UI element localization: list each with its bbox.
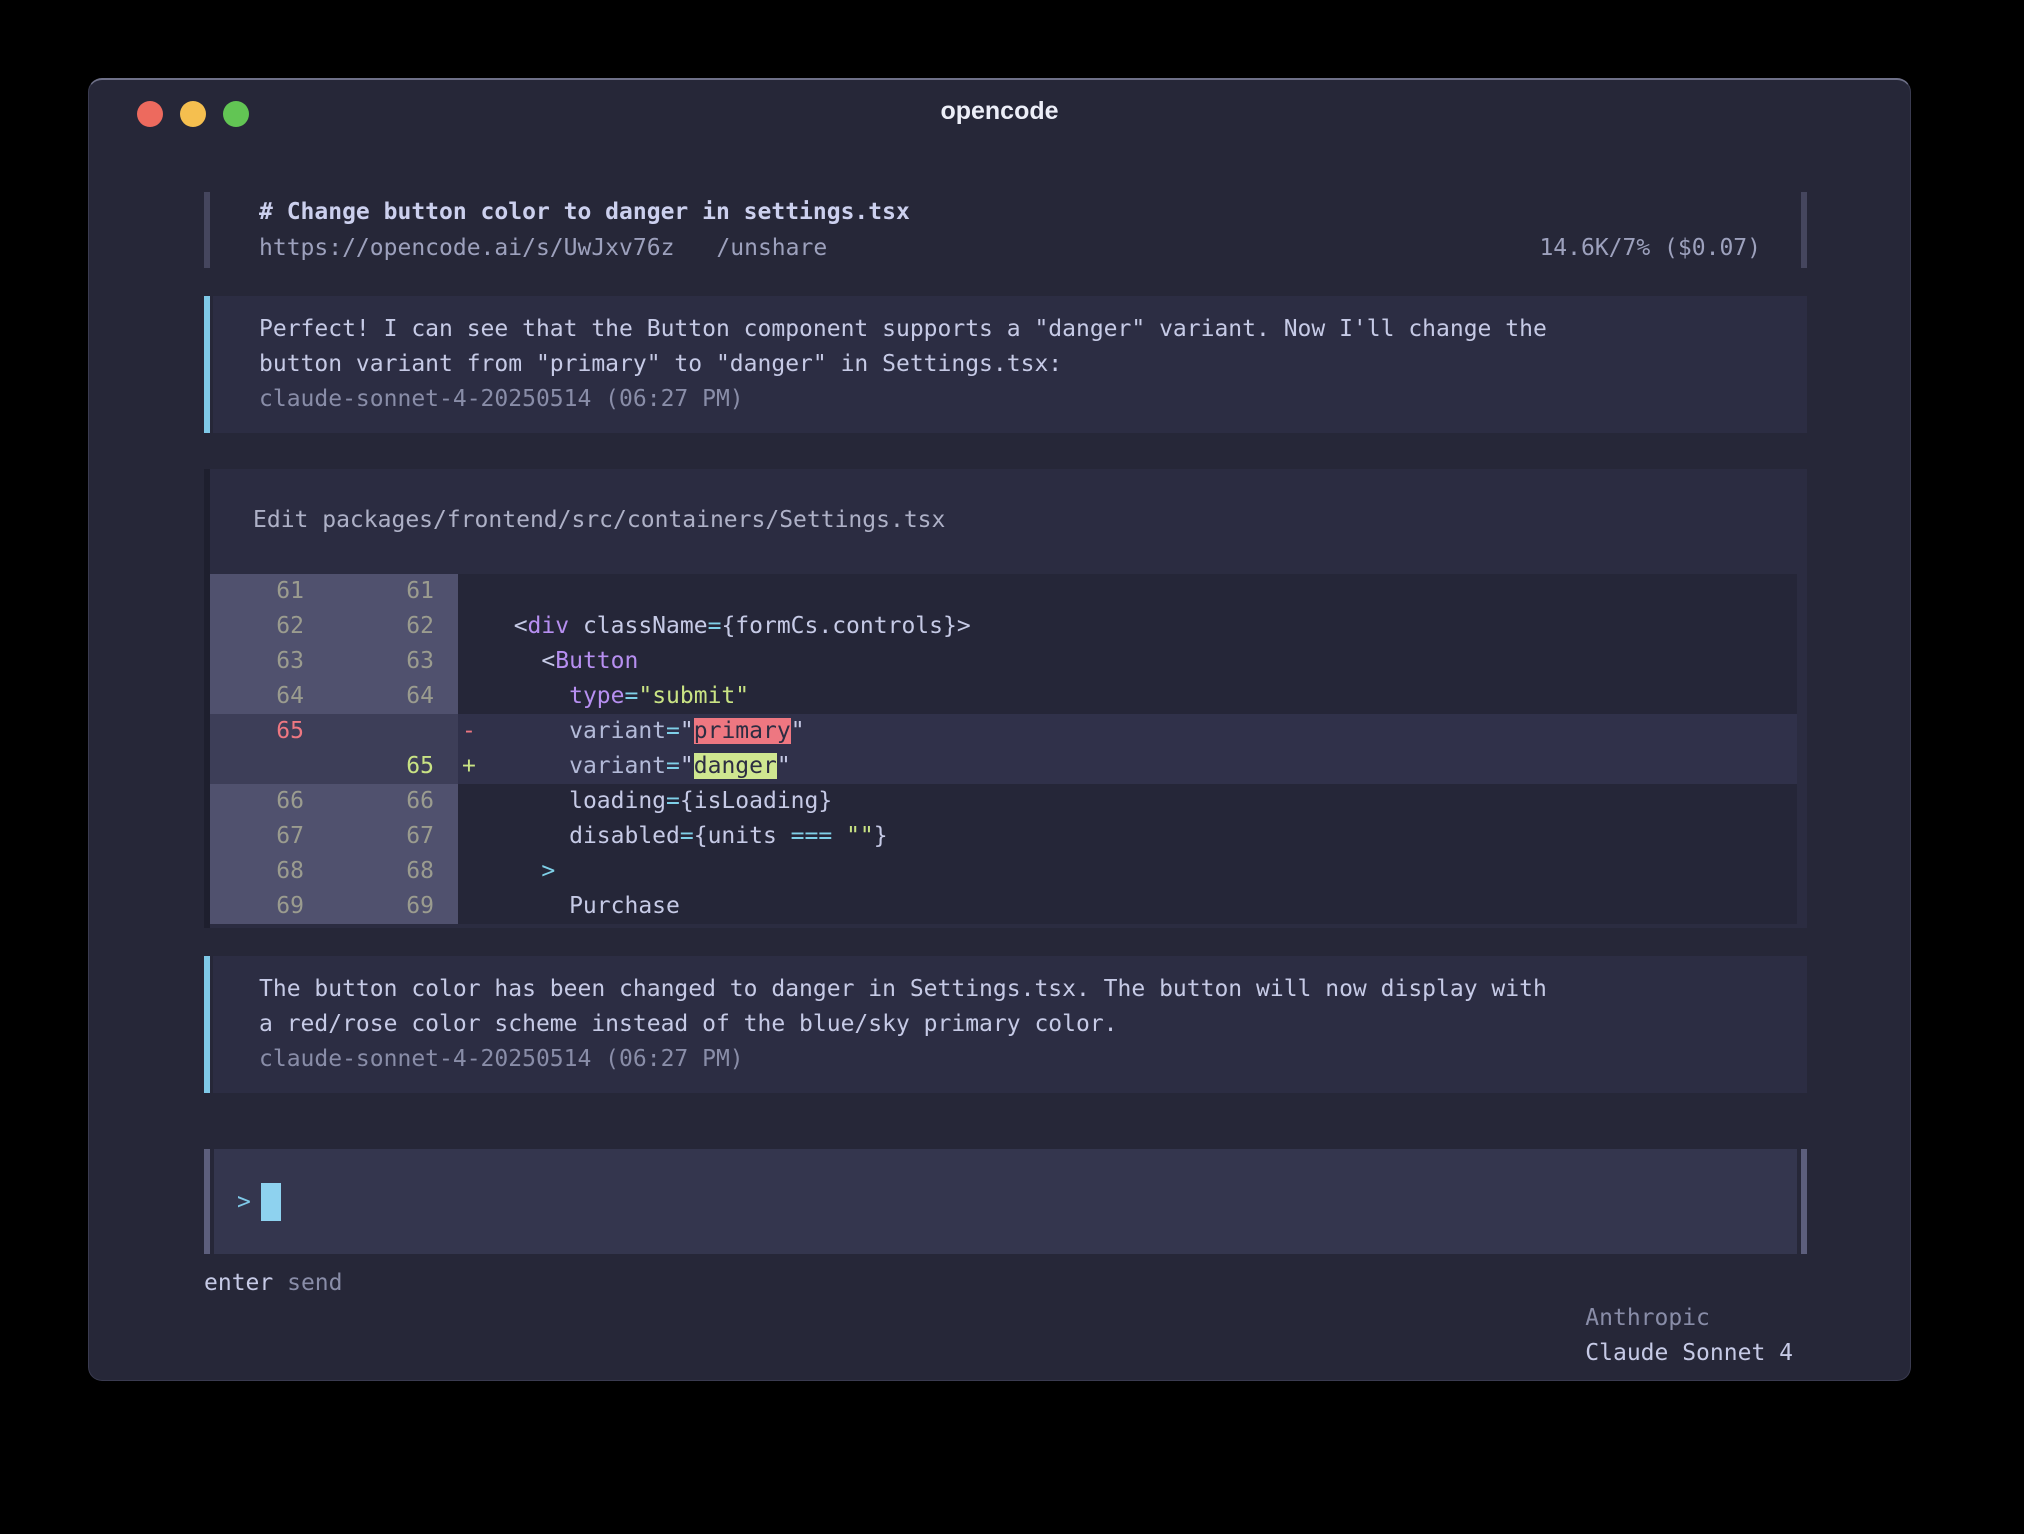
unshare-command[interactable]: /unshare: [716, 230, 827, 266]
message-text: button variant from "primary" to "danger…: [259, 347, 1807, 382]
message-text: The button color has been changed to dan…: [259, 972, 1807, 1007]
diff-row: 6969 Purchase: [210, 889, 1797, 924]
model-provider: Anthropic: [1585, 1305, 1723, 1331]
model-name: Claude Sonnet 4: [1585, 1340, 1793, 1366]
minimize-window-button[interactable]: [180, 101, 206, 127]
new-line-number: 69: [330, 889, 458, 924]
code-line: [486, 574, 1797, 609]
edit-file-path: Edit packages/frontend/src/containers/Se…: [210, 503, 1797, 538]
new-line-number: 66: [330, 784, 458, 819]
diff-sign: [458, 889, 486, 924]
assistant-message: The button color has been changed to dan…: [204, 956, 1807, 1093]
old-line-number: 68: [210, 854, 330, 889]
text-cursor: [261, 1183, 281, 1221]
code-line: loading={isLoading}: [486, 784, 1797, 819]
diff-sign: [458, 784, 486, 819]
old-line-number: 66: [210, 784, 330, 819]
diff-sign: [458, 644, 486, 679]
code-line: disabled={units === ""}: [486, 819, 1797, 854]
message-text: Perfect! I can see that the Button compo…: [259, 312, 1807, 347]
code-line: variant="primary": [486, 714, 1797, 749]
diff-sign: [458, 574, 486, 609]
diff-row: 6262 <div className={formCs.controls}>: [210, 609, 1797, 644]
code-line: variant="danger": [486, 749, 1797, 784]
send-action-hint: [273, 1266, 287, 1381]
diff-sign: [458, 854, 486, 889]
code-line: Purchase: [486, 889, 1797, 924]
share-url-link[interactable]: https://opencode.ai/s/UwJxv76z: [259, 230, 674, 266]
new-line-number: 61: [330, 574, 458, 609]
old-line-number: 63: [210, 644, 330, 679]
code-line: <div className={formCs.controls}>: [486, 609, 1797, 644]
prompt-input-row: >: [204, 1149, 1807, 1254]
old-line-number: 65: [210, 714, 330, 749]
code-line: >: [486, 854, 1797, 889]
enter-key-hint: enter: [204, 1266, 273, 1381]
new-line-number: [330, 714, 458, 749]
diff-sign: [458, 819, 486, 854]
zoom-window-button[interactable]: [223, 101, 249, 127]
assistant-message: Perfect! I can see that the Button compo…: [204, 296, 1807, 433]
window-title: opencode: [940, 97, 1058, 126]
diff-sign: [458, 609, 486, 644]
share-right-border: [1801, 192, 1807, 268]
prompt-chevron: >: [237, 1189, 251, 1215]
old-line-number: 62: [210, 609, 330, 644]
session-title: # Change button color to danger in setti…: [259, 194, 1801, 230]
token-usage-cost: 14.6K/7% ($0.07): [1539, 230, 1761, 266]
close-window-button[interactable]: [137, 101, 163, 127]
diff-row: 6464 type="submit": [210, 679, 1797, 714]
input-left-border: [204, 1149, 210, 1254]
share-header: # Change button color to danger in setti…: [204, 192, 1807, 268]
old-line-number: 67: [210, 819, 330, 854]
input-right-border: [1801, 1149, 1807, 1254]
message-accent-bar: [204, 956, 210, 1093]
diff-sign: -: [458, 714, 486, 749]
diff-sign: [458, 679, 486, 714]
old-line-number: 61: [210, 574, 330, 609]
message-text: a red/rose color scheme instead of the b…: [259, 1007, 1807, 1042]
diff-row: 6666 loading={isLoading}: [210, 784, 1797, 819]
send-action-hint: send: [287, 1266, 342, 1381]
new-line-number: 63: [330, 644, 458, 679]
diff-row: 6868 >: [210, 854, 1797, 889]
diff-row: 65+ variant="danger": [210, 749, 1797, 784]
diff-row: 65 - variant="primary": [210, 714, 1797, 749]
old-line-number: 64: [210, 679, 330, 714]
old-line-number: [210, 749, 330, 784]
diff-row: 6161: [210, 574, 1797, 609]
message-accent-bar: [204, 296, 210, 433]
new-line-number: 65: [330, 749, 458, 784]
diff-row: 6363 <Button: [210, 644, 1797, 679]
model-indicator: Anthropic Claude Sonnet 4: [1475, 1266, 1794, 1381]
opencode-window: opencode # Change button color to danger…: [88, 78, 1911, 1381]
diff-table: 61616262 <div className={formCs.controls…: [210, 574, 1797, 924]
prompt-input[interactable]: >: [214, 1149, 1797, 1254]
new-line-number: 68: [330, 854, 458, 889]
diff-sign: +: [458, 749, 486, 784]
new-line-number: 67: [330, 819, 458, 854]
edit-diff-card: Edit packages/frontend/src/containers/Se…: [204, 469, 1807, 928]
new-line-number: 64: [330, 679, 458, 714]
old-line-number: 69: [210, 889, 330, 924]
code-line: type="submit": [486, 679, 1797, 714]
diff-row: 6767 disabled={units === ""}: [210, 819, 1797, 854]
code-line: <Button: [486, 644, 1797, 679]
hints-row: enter send Anthropic Claude Sonnet 4: [204, 1266, 1807, 1381]
traffic-lights: [137, 101, 249, 127]
titlebar: opencode: [89, 80, 1910, 142]
message-model-timestamp: claude-sonnet-4-20250514 (06:27 PM): [259, 382, 1807, 417]
new-line-number: 62: [330, 609, 458, 644]
message-model-timestamp: claude-sonnet-4-20250514 (06:27 PM): [259, 1042, 1807, 1077]
